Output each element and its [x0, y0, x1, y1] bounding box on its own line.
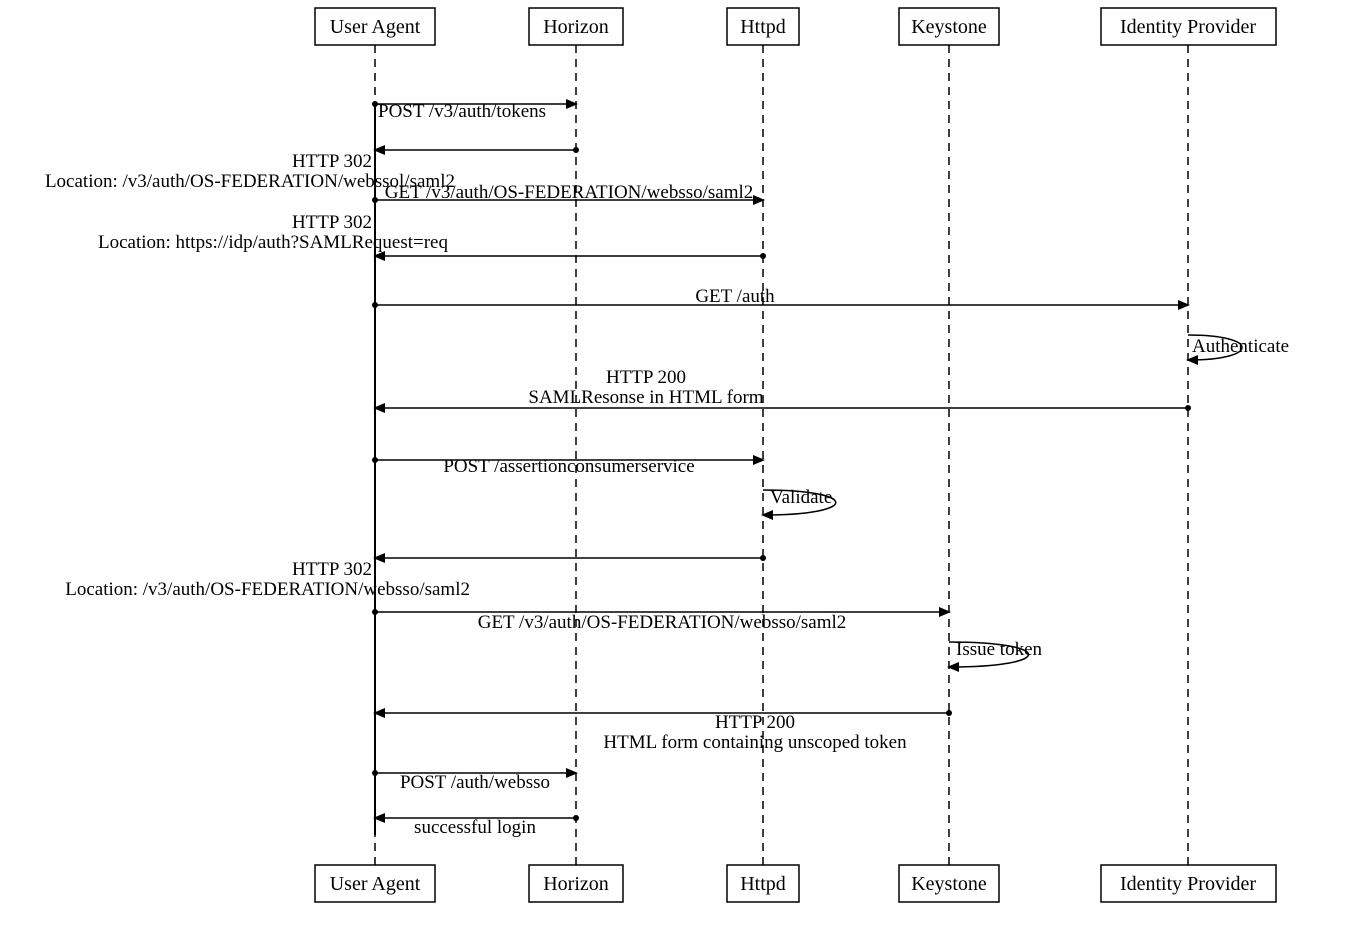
message-label: POST /assertionconsumerservice — [443, 456, 694, 477]
participant-box-bottom-horizon: Horizon — [529, 865, 623, 902]
message-label: HTTP 200 — [715, 712, 795, 733]
message-label: SAMLResonse in HTML form — [528, 387, 763, 408]
message-label: Location: https://idp/auth?SAMLRequest=r… — [98, 232, 449, 253]
message-label: successful login — [414, 817, 536, 838]
participant-box-top-user-agent: User Agent — [315, 8, 435, 45]
message-label: POST /auth/websso — [400, 772, 550, 793]
message-label: Location: /v3/auth/OS-FEDERATION/websso/… — [65, 579, 470, 600]
message-label: Authenticate — [1192, 336, 1289, 357]
participant-label: Horizon — [543, 873, 609, 895]
participant-label: Identity Provider — [1120, 873, 1256, 895]
message-label: HTTP 302 — [292, 151, 372, 172]
participant-label: Keystone — [911, 873, 987, 895]
participant-box-bottom-keystone: Keystone — [899, 865, 999, 902]
message-label: Issue token — [956, 639, 1043, 660]
participant-label: Httpd — [740, 16, 786, 38]
message-label: HTTP 302 — [292, 212, 372, 233]
participant-box-bottom-httpd: Httpd — [727, 865, 799, 902]
participant-label: Identity Provider — [1120, 16, 1256, 38]
message-label: Validate — [770, 487, 832, 508]
sequence-diagram: User Agent Horizon Httpd Keystone Identi… — [0, 0, 1364, 947]
participant-box-bottom-idp: Identity Provider — [1101, 865, 1276, 902]
participant-label: Keystone — [911, 16, 987, 38]
participant-box-top-idp: Identity Provider — [1101, 8, 1276, 45]
message-label: GET /v3/auth/OS-FEDERATION/websso/saml2 — [385, 182, 754, 203]
message-label: HTTP 200 — [606, 367, 686, 388]
participant-box-top-keystone: Keystone — [899, 8, 999, 45]
message-label: HTTP 302 — [292, 559, 372, 580]
participant-label: Httpd — [740, 873, 786, 895]
message-label: POST /v3/auth/tokens — [378, 101, 546, 122]
participant-label: Horizon — [543, 16, 609, 38]
participant-box-bottom-user-agent: User Agent — [315, 865, 435, 902]
participant-label: User Agent — [330, 16, 421, 38]
participant-label: User Agent — [330, 873, 421, 895]
message-label: HTML form containing unscoped token — [603, 732, 907, 753]
participant-box-top-horizon: Horizon — [529, 8, 623, 45]
participant-box-top-httpd: Httpd — [727, 8, 799, 45]
message-label: GET /auth — [695, 286, 775, 307]
message-label: GET /v3/auth/OS-FEDERATION/websso/saml2 — [478, 612, 847, 633]
